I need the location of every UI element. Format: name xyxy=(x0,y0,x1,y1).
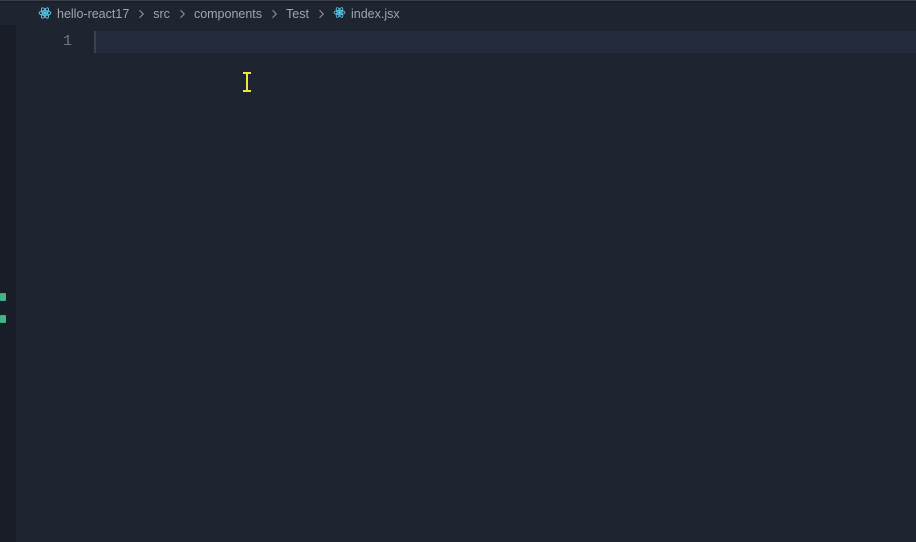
breadcrumb-label: index.jsx xyxy=(351,7,400,21)
chevron-right-icon xyxy=(135,8,147,20)
breadcrumb-item-test[interactable]: Test xyxy=(286,7,309,21)
breadcrumb-item-root[interactable]: hello-react17 xyxy=(38,6,129,23)
line-number: 1 xyxy=(16,31,94,53)
breadcrumb-bar: hello-react17 src components Test index.… xyxy=(0,3,916,25)
react-icon xyxy=(38,6,52,23)
breadcrumb-item-components[interactable]: components xyxy=(194,7,262,21)
active-line-highlight xyxy=(94,31,916,53)
chevron-right-icon xyxy=(268,8,280,20)
strip-marker xyxy=(0,315,6,323)
breadcrumb-label: Test xyxy=(286,7,309,21)
chevron-right-icon xyxy=(176,8,188,20)
text-cursor-icon xyxy=(246,73,248,91)
line-number-gutter: 1 xyxy=(16,25,94,542)
code-content[interactable] xyxy=(94,25,916,542)
editor-area[interactable]: 1 xyxy=(0,25,916,542)
react-icon xyxy=(333,6,346,22)
breadcrumb-label: src xyxy=(153,7,170,21)
editor-left-strip xyxy=(0,25,16,542)
breadcrumb-label: hello-react17 xyxy=(57,7,129,21)
breadcrumb-label: components xyxy=(194,7,262,21)
breadcrumb-item-src[interactable]: src xyxy=(153,7,170,21)
strip-marker xyxy=(0,293,6,301)
breadcrumb-item-file[interactable]: index.jsx xyxy=(333,6,400,22)
chevron-right-icon xyxy=(315,8,327,20)
